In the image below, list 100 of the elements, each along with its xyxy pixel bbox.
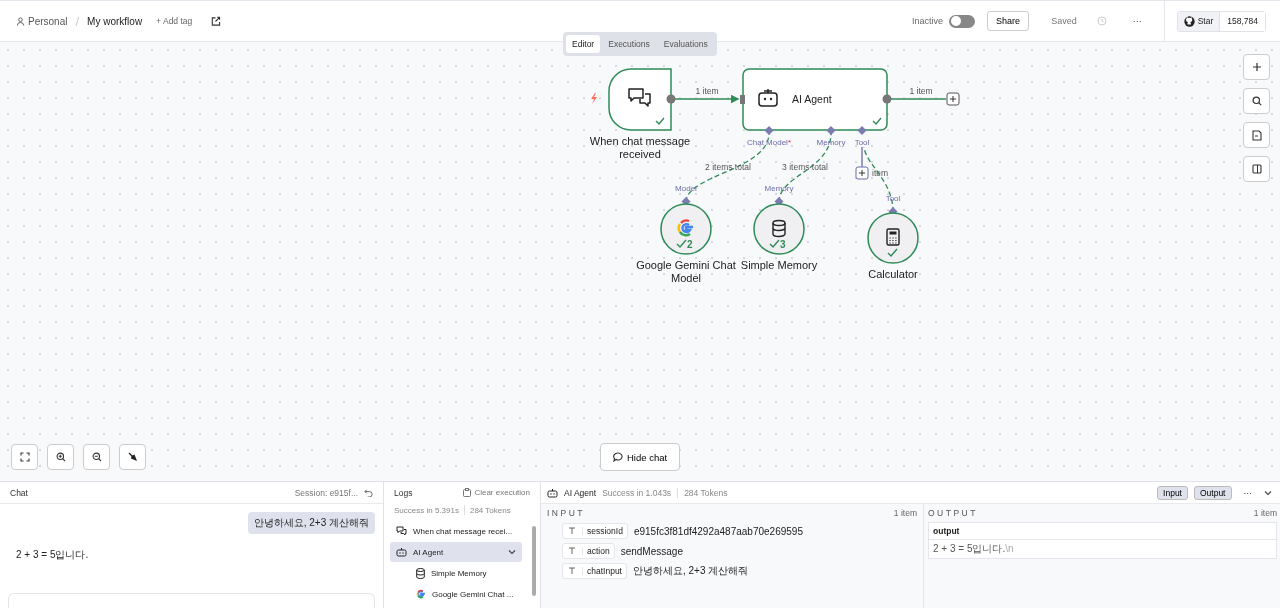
port-label: Memory xyxy=(764,184,794,193)
note-button[interactable] xyxy=(1243,122,1270,148)
chat-input-field[interactable] xyxy=(8,593,375,608)
item-count: 1 item xyxy=(1253,508,1277,518)
zoom-in-icon xyxy=(55,452,66,462)
agent-node[interactable] xyxy=(742,68,888,131)
edge-label: 1 item xyxy=(695,86,719,96)
search-icon xyxy=(1251,96,1262,106)
output-port[interactable] xyxy=(666,94,676,104)
person-icon xyxy=(16,16,25,26)
share-button[interactable]: Share xyxy=(987,11,1030,31)
clear-execution-button[interactable]: Clear execution xyxy=(463,488,530,497)
user-message: 안녕하세요, 2+3 계산해줘 xyxy=(247,512,375,534)
run-count: 2 xyxy=(687,239,693,250)
field-name: chatInput xyxy=(586,566,623,576)
zoom-in-button[interactable] xyxy=(47,444,74,470)
edit-icon[interactable] xyxy=(210,15,222,27)
execution-status: Success in 1.043s xyxy=(602,487,672,498)
port-label: Memory xyxy=(816,138,846,147)
field-value: 안녕하세요, 2+3 계산해줘 xyxy=(633,564,749,578)
google-icon xyxy=(416,589,426,599)
workflow-name[interactable]: My workflow xyxy=(87,15,143,27)
reset-icon[interactable] xyxy=(364,488,373,497)
panel-title: Logs xyxy=(394,487,413,498)
tool-node[interactable] xyxy=(867,212,919,264)
hide-chat-button[interactable]: Hide chat xyxy=(600,443,681,471)
fit-view-button[interactable] xyxy=(11,444,38,470)
port-label: Tool xyxy=(885,194,901,203)
view-tab[interactable]: Evaluations xyxy=(657,35,714,53)
node-label: When chat message xyxy=(589,135,691,147)
panel-toggle-button[interactable]: Output xyxy=(1193,485,1232,500)
connector-port[interactable] xyxy=(764,126,774,135)
github-star-button[interactable]: Star 158,784 xyxy=(1176,10,1266,32)
chevron-down-icon[interactable] xyxy=(508,549,516,555)
view-tab[interactable]: Editor xyxy=(566,35,601,53)
node-label: Simple Memory xyxy=(740,259,818,271)
connector-port[interactable] xyxy=(826,126,836,135)
edge-label: 1 item xyxy=(909,86,933,96)
log-item[interactable]: Simple Memory xyxy=(410,563,522,583)
node-label: Calculator xyxy=(868,268,918,280)
item-count: 1 item xyxy=(893,508,917,518)
token-count: 284 Tokens xyxy=(469,505,511,515)
memory-node[interactable] xyxy=(753,203,805,255)
token-count: 284 Tokens xyxy=(684,487,728,498)
output-port[interactable] xyxy=(882,94,892,104)
node-label: Google Gemini Chat xyxy=(636,259,736,271)
log-item[interactable]: AI Agent xyxy=(390,542,522,562)
calculator-icon xyxy=(886,228,900,246)
log-item[interactable]: When chat message recei... xyxy=(390,521,522,541)
panel-icon xyxy=(1251,164,1262,174)
add-tool-button[interactable] xyxy=(855,166,869,180)
column-header: output xyxy=(929,523,1276,540)
node-label: received xyxy=(619,148,661,160)
search-button[interactable] xyxy=(1243,88,1270,114)
add-node-button[interactable] xyxy=(946,92,960,106)
google-icon xyxy=(677,219,693,237)
view-tab[interactable]: Executions xyxy=(602,35,656,53)
note-icon xyxy=(1251,129,1262,141)
input-port[interactable] xyxy=(740,95,745,104)
session-id: Session: e915f... xyxy=(294,487,358,498)
zoom-out-button[interactable] xyxy=(83,444,110,470)
panel-button[interactable] xyxy=(1243,156,1270,182)
field-name: sessionId xyxy=(586,526,624,536)
project-link[interactable]: Personal xyxy=(16,15,68,27)
robot-icon xyxy=(547,487,558,498)
execution-summary: Success in 5.391s xyxy=(394,505,459,515)
model-node[interactable] xyxy=(660,203,712,255)
breadcrumb-separator: / xyxy=(75,13,80,29)
panel-toggle-button[interactable]: Input xyxy=(1157,485,1188,500)
table-cell-text: 2 + 3 = 5입니다.\n xyxy=(932,542,1015,556)
active-label: Inactive xyxy=(912,16,944,26)
log-item[interactable]: Google Gemini Chat ... xyxy=(410,584,522,604)
database-icon xyxy=(416,567,425,579)
connection-arrow xyxy=(674,94,740,104)
more-menu[interactable]: ··· xyxy=(1132,16,1142,26)
port-label: Tool xyxy=(854,138,870,147)
field-value: sendMessage xyxy=(620,545,683,557)
robot-icon xyxy=(396,547,407,557)
port-label: Chat Model* xyxy=(747,138,791,147)
plus-icon xyxy=(1251,62,1262,72)
node-label: Model xyxy=(671,272,701,284)
section-title: INPUT xyxy=(547,508,585,518)
more-menu[interactable]: ··· xyxy=(1243,487,1252,498)
robot-icon xyxy=(758,88,778,107)
connection-line xyxy=(861,146,863,168)
connector-port[interactable] xyxy=(857,126,867,135)
trigger-node[interactable] xyxy=(608,68,672,131)
active-toggle[interactable] xyxy=(949,14,976,28)
database-icon xyxy=(772,219,786,238)
broom-icon xyxy=(127,452,138,462)
node-name: AI Agent xyxy=(564,487,597,498)
add-tag-link[interactable]: + Add tag xyxy=(156,16,193,26)
star-label: Star xyxy=(1197,16,1214,26)
section-title: OUTPUT xyxy=(928,508,978,518)
edge-label: item xyxy=(872,168,889,178)
port-label: Model xyxy=(675,184,697,193)
chevron-down-icon[interactable] xyxy=(1264,489,1272,496)
tidy-up-button[interactable] xyxy=(119,444,146,470)
chat-icon xyxy=(628,88,651,107)
chat-icon xyxy=(396,526,407,536)
